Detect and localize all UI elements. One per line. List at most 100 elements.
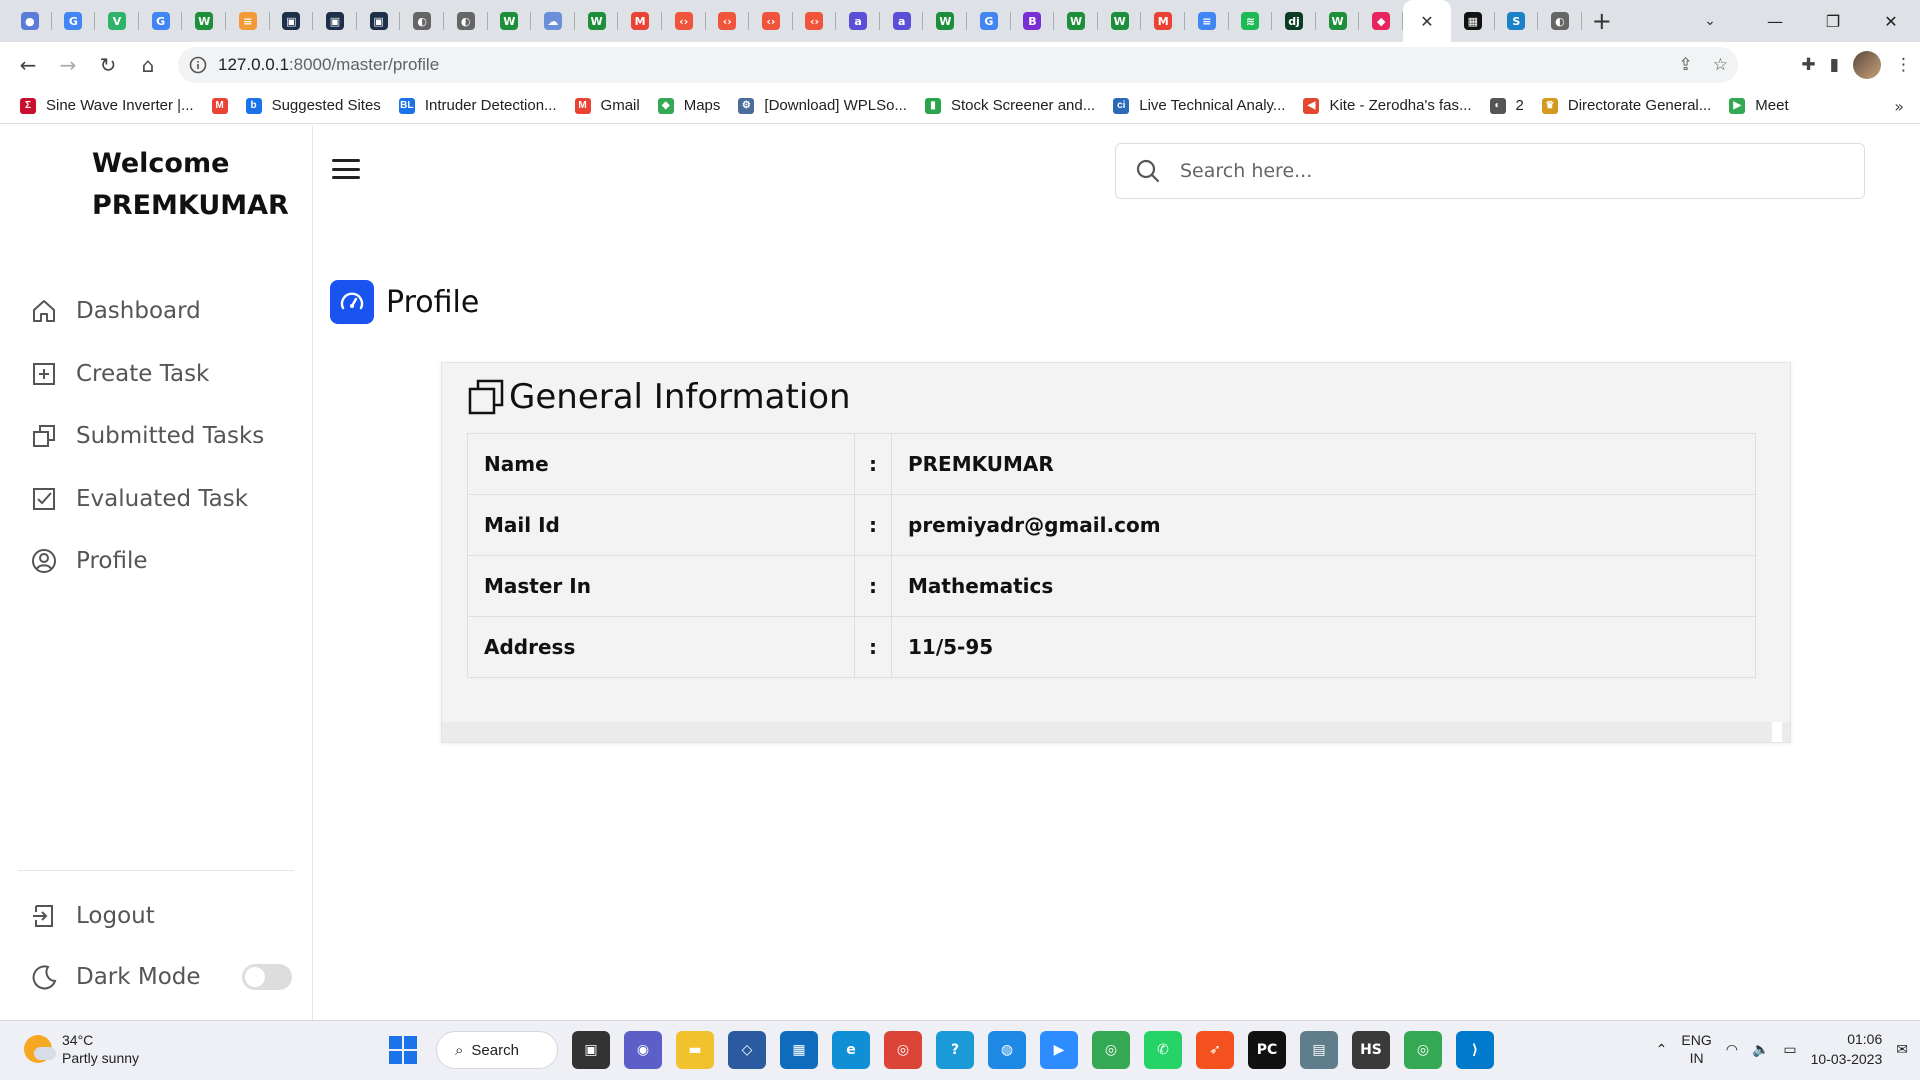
tab[interactable]: ◐	[400, 0, 444, 42]
logout-button[interactable]: Logout	[30, 885, 155, 948]
bookmark-item[interactable]: M Gmail	[574, 97, 640, 114]
tab[interactable]: ‹›	[706, 0, 750, 42]
tab[interactable]: S	[1495, 0, 1539, 42]
tab[interactable]: W	[923, 0, 967, 42]
tab[interactable]: W	[1054, 0, 1098, 42]
zoom-icon[interactable]: ▶	[1040, 1031, 1078, 1069]
language-indicator[interactable]: ENG IN	[1681, 1031, 1711, 1067]
tab[interactable]: ▣	[313, 0, 357, 42]
windows-start-icon[interactable]	[384, 1031, 422, 1069]
bookmark-star-icon[interactable]: ☆	[1713, 55, 1728, 75]
menu-kebab-icon[interactable]: ⋮	[1895, 55, 1912, 75]
tab[interactable]: dj	[1272, 0, 1316, 42]
close-window-icon[interactable]: ✕	[1862, 0, 1920, 42]
bookmarks-overflow-icon[interactable]: »	[1894, 88, 1904, 124]
tab[interactable]: ≡	[1185, 0, 1229, 42]
bookmark-item[interactable]: BL Intruder Detection...	[398, 97, 557, 114]
taskbar-search-button[interactable]: ⌕ Search	[436, 1031, 558, 1069]
chat-icon[interactable]: ◉	[624, 1031, 662, 1069]
battery-icon[interactable]: ▭	[1783, 1041, 1796, 1058]
scrollbar-thumb[interactable]	[1772, 722, 1782, 742]
app-icon[interactable]: ◍	[988, 1031, 1026, 1069]
edge-icon[interactable]: e	[832, 1031, 870, 1069]
tab[interactable]: M	[618, 0, 662, 42]
search-input[interactable]	[1180, 160, 1840, 182]
tab[interactable]: W	[182, 0, 226, 42]
active-tab[interactable]: ✕	[1403, 0, 1451, 42]
profile-avatar[interactable]	[1853, 51, 1881, 79]
chevron-up-icon[interactable]: ⌃	[1656, 1041, 1668, 1058]
tab[interactable]: ‹›	[662, 0, 706, 42]
bookmark-item[interactable]: Σ Sine Wave Inverter |...	[20, 97, 194, 114]
whatsapp-icon[interactable]: ✆	[1144, 1031, 1182, 1069]
sidebar-item-dashboard[interactable]: Dashboard	[30, 280, 264, 343]
bookmark-item[interactable]: ◀ Kite - Zerodha's fas...	[1303, 97, 1472, 114]
side-panel-icon[interactable]: ▮	[1830, 55, 1839, 75]
tab[interactable]: G	[967, 0, 1011, 42]
address-bar[interactable]: 127.0.0.1:8000/master/profile ⇪ ☆	[178, 47, 1738, 83]
tab[interactable]: ◐	[1538, 0, 1582, 42]
chrome-icon[interactable]: ◎	[884, 1031, 922, 1069]
bookmark-item[interactable]: M	[211, 97, 228, 114]
bookmark-item[interactable]: ▶ Meet	[1729, 97, 1789, 114]
tab[interactable]: a	[836, 0, 880, 42]
tab[interactable]: ≡	[226, 0, 270, 42]
chrome-icon[interactable]: ◎	[1092, 1031, 1130, 1069]
tab[interactable]: ▦	[1451, 0, 1495, 42]
tab[interactable]: ●	[8, 0, 52, 42]
tab-search-chevron-icon[interactable]: ⌄	[1690, 0, 1730, 42]
site-info-icon[interactable]	[178, 56, 218, 74]
bookmark-item[interactable]: ⚙ [Download] WPLSo...	[738, 97, 907, 114]
restore-icon[interactable]: ❐	[1804, 0, 1862, 42]
vscode-icon[interactable]: ⟩	[1456, 1031, 1494, 1069]
back-arrow-icon[interactable]: ←	[8, 45, 48, 85]
clock[interactable]: 01:06 10-03-2023	[1811, 1029, 1883, 1069]
sidebar-item-profile[interactable]: Profile	[30, 530, 264, 593]
bookmark-item[interactable]: ♛ Directorate General...	[1541, 97, 1711, 114]
share-icon[interactable]: ⇪	[1679, 55, 1693, 75]
home-icon[interactable]: ⌂	[128, 45, 168, 85]
bookmark-item[interactable]: ◆ Maps	[657, 97, 720, 114]
tab[interactable]: W	[1098, 0, 1142, 42]
bookmark-item[interactable]: ci Live Technical Analy...	[1113, 97, 1285, 114]
volume-icon[interactable]: 🔈	[1752, 1041, 1769, 1058]
horizontal-scrollbar[interactable]	[442, 722, 1790, 742]
tab[interactable]: B	[1011, 0, 1055, 42]
minimize-icon[interactable]: —	[1746, 0, 1804, 42]
calculator-icon[interactable]: ▤	[1300, 1031, 1338, 1069]
bookmark-item[interactable]: b Suggested Sites	[245, 97, 381, 114]
tab[interactable]: ▣	[357, 0, 401, 42]
extensions-icon[interactable]: ✚	[1801, 55, 1815, 75]
tab[interactable]: M	[1141, 0, 1185, 42]
help-icon[interactable]: ?	[936, 1031, 974, 1069]
app-icon[interactable]: HS	[1352, 1031, 1390, 1069]
tab[interactable]: ☁	[531, 0, 575, 42]
task-view-icon[interactable]: ▣	[572, 1031, 610, 1069]
tab[interactable]: ◆	[1359, 0, 1403, 42]
microsoft-store-icon[interactable]: ▦	[780, 1031, 818, 1069]
hamburger-menu-icon[interactable]	[332, 159, 360, 179]
notifications-icon[interactable]: ✉	[1896, 1041, 1908, 1058]
app-icon[interactable]: ➶	[1196, 1031, 1234, 1069]
tab[interactable]: ‹›	[749, 0, 793, 42]
tab[interactable]: W	[488, 0, 532, 42]
sidebar-item-evaluated-task[interactable]: Evaluated Task	[30, 468, 264, 531]
close-tab-icon[interactable]: ✕	[1420, 12, 1433, 31]
app-icon[interactable]: ◇	[728, 1031, 766, 1069]
wifi-icon[interactable]: ◠	[1726, 1041, 1738, 1058]
tab[interactable]: ≋	[1229, 0, 1273, 42]
reload-icon[interactable]: ↻	[88, 45, 128, 85]
weather-widget[interactable]: 34°C Partly sunny	[24, 1031, 139, 1067]
tab[interactable]: ‹›	[793, 0, 837, 42]
tab[interactable]: W	[1316, 0, 1360, 42]
pycharm-icon[interactable]: PC	[1248, 1031, 1286, 1069]
tab[interactable]: W	[575, 0, 619, 42]
sidebar-item-submitted-tasks[interactable]: Submitted Tasks	[30, 405, 264, 468]
tab[interactable]: V	[95, 0, 139, 42]
file-explorer-icon[interactable]: ▬	[676, 1031, 714, 1069]
sidebar-item-create-task[interactable]: Create Task	[30, 343, 264, 406]
bookmark-item[interactable]: ◐ 2	[1489, 97, 1524, 114]
tab[interactable]: G	[139, 0, 183, 42]
tab[interactable]: ◐	[444, 0, 488, 42]
tab[interactable]: G	[52, 0, 96, 42]
